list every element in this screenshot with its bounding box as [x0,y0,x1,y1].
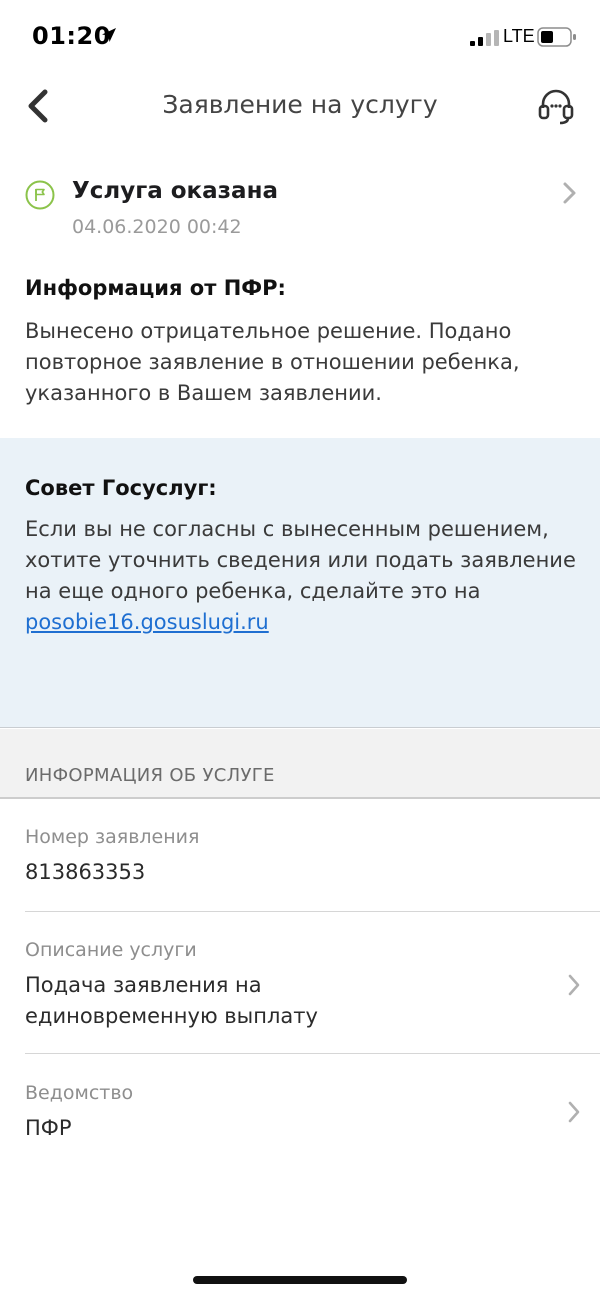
flag-status-icon [25,180,55,210]
application-number-row: Номер заявления 813863353 [0,801,600,913]
pfr-info-heading: Информация от ПФР: [25,276,286,300]
service-description-row[interactable]: Описание услуги Подача заявления на един… [0,913,600,1056]
advice-block: Совет Госуслуг: Если вы не согласны с вы… [0,438,600,728]
divider [25,911,600,912]
support-button[interactable] [530,82,582,130]
posobie-link[interactable]: posobie16.gosuslugi.ru [25,610,269,634]
status-bar: 01:20 LTE [0,0,600,74]
row-label: Ведомство [25,1082,134,1104]
service-info-section: ИНФОРМАЦИЯ ОБ УСЛУГЕ [0,729,600,799]
advice-text: Если вы не согласны с вынесенным решение… [25,514,585,638]
nav-bar: Заявление на услугу [0,74,600,138]
chevron-right-icon [568,974,580,996]
chevron-right-icon [568,1101,580,1123]
agency-row[interactable]: Ведомство ПФР [0,1056,600,1156]
location-arrow-icon [102,28,116,42]
advice-body: Если вы не согласны с вынесенным решение… [25,517,576,603]
status-date: 04.06.2020 00:42 [72,216,242,238]
pfr-info-text: Вынесено отрицательное решение. Подано п… [25,319,520,405]
headset-icon [538,89,574,125]
row-value: ПФР [25,1116,72,1140]
status-title: Услуга оказана [72,178,278,204]
advice-heading: Совет Госуслуг: [25,476,217,500]
cellular-signal-icon [470,30,499,46]
service-status[interactable]: Услуга оказана 04.06.2020 00:42 [0,166,600,250]
section-title: ИНФОРМАЦИЯ ОБ УСЛУГЕ [25,765,275,786]
row-value: Подача заявления на единовременную выпла… [25,973,318,1028]
divider [25,1053,600,1054]
network-type: LTE [503,26,535,46]
row-value: 813863353 [25,860,146,884]
page-title: Заявление на услугу [162,90,438,119]
chevron-right-icon [563,182,576,204]
row-label: Номер заявления [25,826,200,848]
battery-icon [537,27,576,47]
home-indicator[interactable] [193,1276,407,1284]
row-label: Описание услуги [25,939,197,961]
